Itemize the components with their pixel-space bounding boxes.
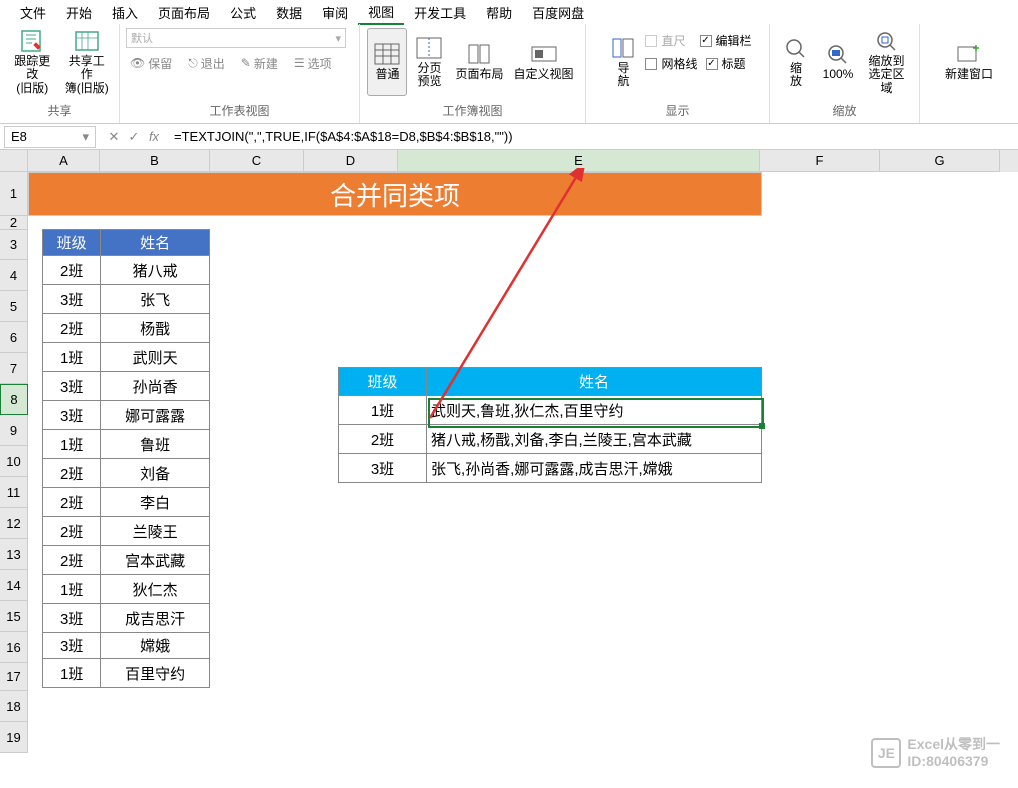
row-header-13[interactable]: 13 [0,539,28,570]
menu-审阅[interactable]: 审阅 [312,1,358,24]
row-header-2[interactable]: 2 [0,216,28,230]
menu-视图[interactable]: 视图 [358,0,404,25]
row-header-5[interactable]: 5 [0,291,28,322]
formula-input[interactable] [168,129,1018,144]
summary-table: 班级姓名1班武则天,鲁班,狄仁杰,百里守约2班猪八戒,杨戬,刘备,李白,兰陵王,… [338,367,762,483]
pagebreak-button[interactable]: 分页 预览 [409,28,449,96]
row-header-8[interactable]: 8 [0,384,28,415]
keep-button: 👁保留 [126,52,176,74]
source-table: 班级姓名2班猪八戒3班张飞2班杨戬1班武则天3班孙尚香3班娜可露露1班鲁班2班刘… [42,229,210,688]
cancel-icon[interactable]: ✕ [106,129,122,145]
pagelayout-icon [465,42,493,66]
row-header-9[interactable]: 9 [0,415,28,446]
row-header-18[interactable]: 18 [0,691,28,722]
new-window-icon [955,42,983,66]
sheetview-dropdown[interactable]: 默认▾ [126,28,346,48]
col-header-A[interactable]: A [28,150,100,172]
row-header-6[interactable]: 6 [0,322,28,353]
col-header-C[interactable]: C [210,150,304,172]
options-button: ☰选项 [290,52,336,74]
confirm-icon[interactable]: ✓ [126,129,142,145]
menu-插入[interactable]: 插入 [102,1,148,24]
menu-页面布局[interactable]: 页面布局 [148,1,220,24]
watermark-icon: JE [871,738,901,768]
exit-icon: ⎋ [188,56,198,71]
eye-icon: 👁 [130,56,145,70]
col-header-F[interactable]: F [760,150,880,172]
row-header-1[interactable]: 1 [0,172,28,216]
sheetview-group-label: 工作表视图 [209,100,269,121]
col-header-E[interactable]: E [398,150,760,172]
exit-button: ⎋退出 [184,52,229,74]
select-all-corner[interactable] [0,150,28,172]
title-banner: 合并同类项 [28,172,762,216]
row-header-7[interactable]: 7 [0,353,28,384]
watermark: JE Excel从零到一ID:80406379 [871,736,1000,770]
row-header-12[interactable]: 12 [0,508,28,539]
formula-bar-checkbox[interactable]: ✓编辑栏 [700,32,752,49]
wbview-group-label: 工作簿视图 [442,100,502,121]
chevron-down-icon: ▾ [82,129,89,145]
new-button: ✎新建 [237,52,282,74]
track-changes-icon [18,29,46,53]
ribbon: 跟踪更改 (旧版) 共享工作 簿(旧版) 共享 默认▾ 👁保留 ⎋退出 ✎新建 … [0,24,1018,124]
share-group-label: 共享 [47,100,71,121]
menu-公式[interactable]: 公式 [220,1,266,24]
row-header-17[interactable]: 17 [0,663,28,691]
zoom-100-button[interactable]: 100% [818,28,858,96]
ruler-checkbox: 直尺 [645,32,685,49]
row-header-16[interactable]: 16 [0,632,28,663]
zoom-icon [782,36,810,60]
col-header-G[interactable]: G [880,150,1000,172]
list-icon: ☰ [294,56,305,70]
share-workbook-button[interactable]: 共享工作 簿(旧版) [61,28,114,96]
new-icon: ✎ [241,56,251,70]
nav-icon [609,36,637,60]
row-header-3[interactable]: 3 [0,230,28,260]
menu-百度网盘[interactable]: 百度网盘 [522,1,594,24]
headings-checkbox[interactable]: ✓标题 [706,55,746,72]
pagebreak-icon [415,36,443,60]
gridlines-checkbox[interactable]: 网格线 [645,55,697,72]
menu-数据[interactable]: 数据 [266,1,312,24]
zoom-selection-icon [873,29,901,53]
menu-bar: 文件开始插入页面布局公式数据审阅视图开发工具帮助百度网盘 [0,0,1018,24]
spreadsheet-grid[interactable]: ABCDEFG 12345678910111213141516171819 合并… [0,150,1018,788]
row-header-4[interactable]: 4 [0,260,28,291]
menu-开始[interactable]: 开始 [56,1,102,24]
zoom-100-icon [824,42,852,66]
pagelayout-button[interactable]: 页面布局 [451,28,507,96]
menu-开发工具[interactable]: 开发工具 [404,1,476,24]
menu-帮助[interactable]: 帮助 [476,1,522,24]
menu-文件[interactable]: 文件 [10,1,56,24]
track-changes-button[interactable]: 跟踪更改 (旧版) [6,28,59,96]
nav-button[interactable]: 导 航 [603,28,643,96]
share-workbook-icon [73,29,101,53]
row-header-19[interactable]: 19 [0,722,28,753]
chevron-down-icon: ▾ [335,32,341,45]
zoom-selection-button[interactable]: 缩放到 选定区域 [860,28,913,96]
name-box[interactable]: E8▾ [4,126,96,148]
row-header-11[interactable]: 11 [0,477,28,508]
formula-bar: E8▾ ✕ ✓ fx [0,124,1018,150]
row-header-14[interactable]: 14 [0,570,28,601]
normal-view-button[interactable]: 普通 [367,28,407,96]
zoom-button[interactable]: 缩 放 [776,28,816,96]
row-header-15[interactable]: 15 [0,601,28,632]
customview-button[interactable]: 自定义视图 [510,28,578,96]
fx-icon[interactable]: fx [146,129,162,144]
zoom-group-label: 缩放 [832,100,856,121]
show-group-label: 显示 [665,100,689,121]
row-header-10[interactable]: 10 [0,446,28,477]
normal-view-icon [373,42,401,66]
col-header-D[interactable]: D [304,150,398,172]
col-header-B[interactable]: B [100,150,210,172]
customview-icon [530,42,558,66]
new-window-button[interactable]: 新建窗口 [941,28,997,96]
